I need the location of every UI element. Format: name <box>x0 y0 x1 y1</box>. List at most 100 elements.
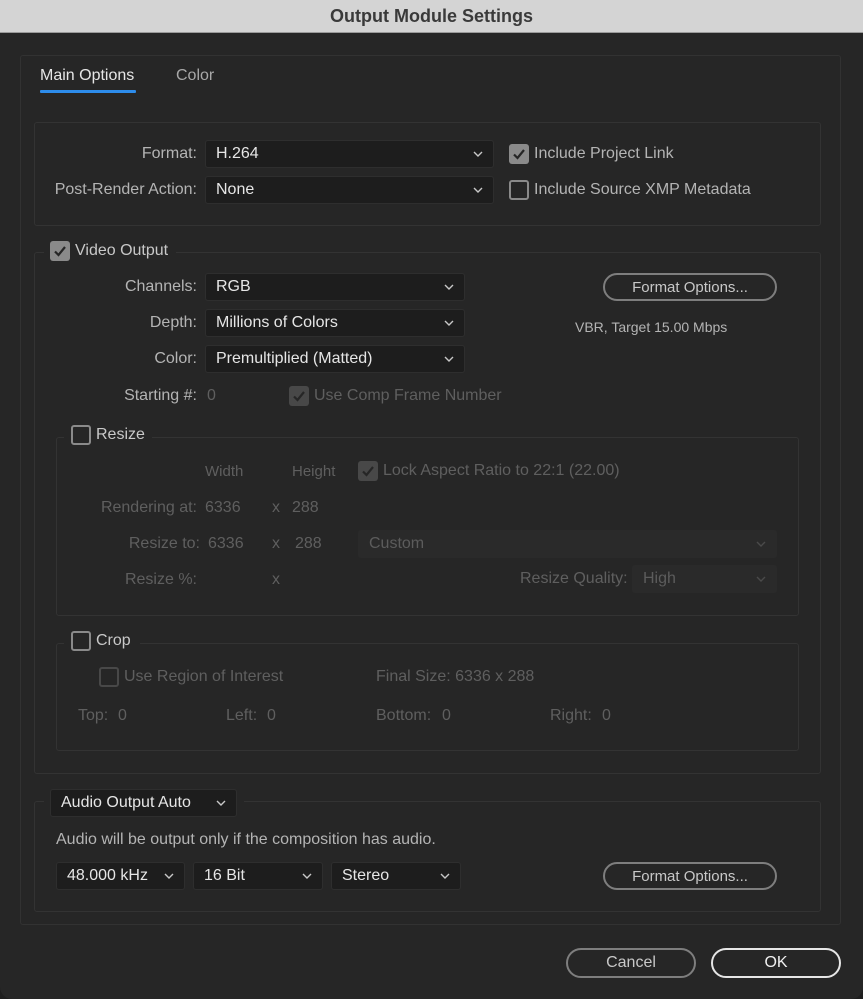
checkmark-icon <box>293 391 305 402</box>
active-tab-indicator <box>40 90 136 93</box>
chevron-down-icon <box>756 576 766 582</box>
audio-output-mode-select[interactable]: Audio Output Auto <box>50 789 237 817</box>
resize-to-label: Resize to: <box>128 535 200 552</box>
crop-bottom-label: Bottom: <box>376 707 432 724</box>
resize-percent-x: x <box>272 571 280 588</box>
height-header: Height <box>292 463 336 480</box>
starting-number-label: Starting #: <box>124 387 197 404</box>
crop-right-value[interactable]: 0 <box>602 707 611 725</box>
dialog-title: Output Module Settings <box>330 5 533 26</box>
color-select[interactable]: Premultiplied (Matted) <box>205 345 465 373</box>
use-roi-label: Use Region of Interest <box>124 668 284 685</box>
crop-bottom-value[interactable]: 0 <box>442 707 451 725</box>
resize-checkbox[interactable]: Resize <box>71 425 145 445</box>
include-xmp-checkbox[interactable]: Include Source XMP Metadata <box>509 180 751 200</box>
crop-label: Crop <box>96 632 131 649</box>
checkbox-box <box>50 241 70 261</box>
crop-section <box>56 643 799 751</box>
bit-depth-value: 16 Bit <box>204 867 245 884</box>
resize-x: x <box>272 535 280 552</box>
width-header: Width <box>205 463 244 480</box>
crop-right-label: Right: <box>550 707 592 724</box>
format-label: Format: <box>141 145 197 162</box>
chevron-down-icon <box>444 284 454 290</box>
resize-percent-label: Resize %: <box>124 571 197 588</box>
tab-color[interactable]: Color <box>176 67 214 85</box>
video-format-options-button[interactable]: Format Options... <box>603 273 777 301</box>
crop-checkbox[interactable]: Crop <box>71 631 131 651</box>
output-module-settings-dialog: Output Module Settings Main Options Colo… <box>0 0 863 999</box>
channels-value: RGB <box>216 278 251 295</box>
resize-quality-value: High <box>643 570 676 587</box>
audio-channels-select[interactable]: Stereo <box>331 862 461 890</box>
resize-preset-value: Custom <box>369 535 425 552</box>
ok-button[interactable]: OK <box>711 948 841 978</box>
audio-channels-value: Stereo <box>342 867 390 884</box>
lock-aspect-checkbox[interactable]: Lock Aspect Ratio to 22:1 (22.00) <box>358 461 620 481</box>
color-value: Premultiplied (Matted) <box>216 350 373 367</box>
bit-depth-select[interactable]: 16 Bit <box>193 862 323 890</box>
chevron-down-icon <box>302 873 312 879</box>
starting-number-value[interactable]: 0 <box>207 387 216 405</box>
depth-select[interactable]: Millions of Colors <box>205 309 465 337</box>
channels-select[interactable]: RGB <box>205 273 465 301</box>
audio-section <box>34 801 821 912</box>
format-select[interactable]: H.264 <box>205 140 494 168</box>
crop-left-label: Left: <box>226 707 258 724</box>
chevron-down-icon <box>756 541 766 547</box>
video-output-label: Video Output <box>75 242 169 259</box>
rendering-width: 6336 <box>205 499 241 516</box>
use-roi-checkbox[interactable]: Use Region of Interest <box>99 667 283 687</box>
crop-left-value[interactable]: 0 <box>267 707 276 725</box>
depth-value: Millions of Colors <box>216 314 338 331</box>
checkbox-box <box>71 631 91 651</box>
rendering-height: 288 <box>292 499 319 516</box>
include-project-link-label: Include Project Link <box>534 145 674 162</box>
audio-format-options-button[interactable]: Format Options... <box>603 862 777 890</box>
title-bar: Output Module Settings <box>0 0 863 33</box>
chevron-down-icon <box>444 320 454 326</box>
codec-info: VBR, Target 15.00 Mbps <box>575 319 728 335</box>
format-value: H.264 <box>216 145 259 162</box>
chevron-down-icon <box>164 873 174 879</box>
tab-main-options[interactable]: Main Options <box>40 67 134 85</box>
post-render-label: Post-Render Action: <box>54 181 197 198</box>
video-output-checkbox[interactable]: Video Output <box>50 241 168 261</box>
checkmark-icon <box>513 149 525 160</box>
resize-label: Resize <box>96 426 145 443</box>
checkmark-icon <box>54 246 66 257</box>
cancel-button[interactable]: Cancel <box>566 948 696 978</box>
chevron-down-icon <box>216 800 226 806</box>
resize-preset-select[interactable]: Custom <box>358 530 777 558</box>
post-render-select[interactable]: None <box>205 176 494 204</box>
sample-rate-select[interactable]: 48.000 kHz <box>56 862 185 890</box>
checkbox-box <box>289 386 309 406</box>
crop-top-value[interactable]: 0 <box>118 707 127 725</box>
checkbox-box <box>509 144 529 164</box>
checkbox-box <box>71 425 91 445</box>
audio-note: Audio will be output only if the composi… <box>56 831 436 848</box>
include-xmp-label: Include Source XMP Metadata <box>534 181 751 198</box>
checkmark-icon <box>362 466 374 477</box>
color-label: Color: <box>154 350 197 367</box>
resize-width[interactable]: 6336 <box>208 535 244 553</box>
resize-height[interactable]: 288 <box>295 535 322 553</box>
rendering-at-label: Rendering at: <box>100 499 197 516</box>
depth-label: Depth: <box>149 314 197 331</box>
rendering-x: x <box>272 499 280 516</box>
include-project-link-checkbox[interactable]: Include Project Link <box>509 144 674 164</box>
chevron-down-icon <box>440 873 450 879</box>
resize-quality-label: Resize Quality: <box>520 570 628 587</box>
audio-output-mode-value: Audio Output Auto <box>61 794 191 811</box>
checkbox-box <box>509 180 529 200</box>
final-size: Final Size: 6336 x 288 <box>376 668 535 685</box>
use-comp-frame-checkbox[interactable]: Use Comp Frame Number <box>289 386 502 406</box>
general-section <box>34 122 821 226</box>
use-comp-frame-label: Use Comp Frame Number <box>314 387 502 404</box>
chevron-down-icon <box>473 187 483 193</box>
lock-aspect-label: Lock Aspect Ratio to 22:1 (22.00) <box>383 462 620 479</box>
channels-label: Channels: <box>124 278 197 295</box>
resize-quality-select[interactable]: High <box>632 565 777 593</box>
chevron-down-icon <box>473 151 483 157</box>
checkbox-box <box>358 461 378 481</box>
